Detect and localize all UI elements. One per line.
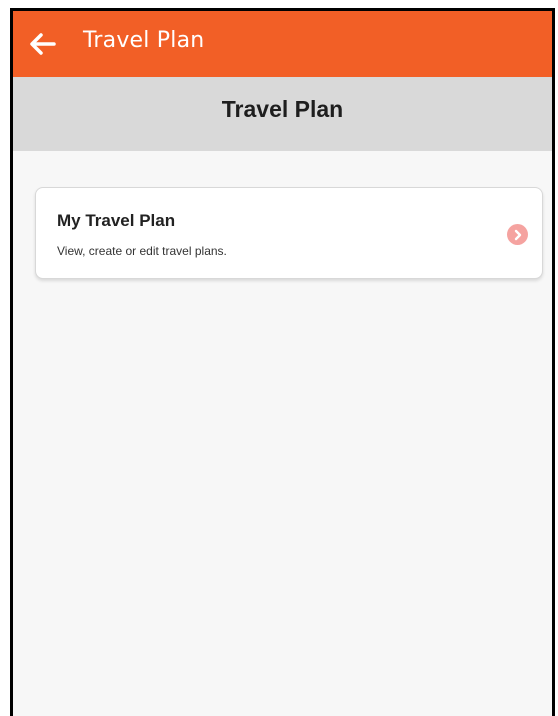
back-button[interactable] (29, 30, 57, 58)
my-travel-plan-card[interactable]: My Travel Plan View, create or edit trav… (35, 187, 543, 279)
chevron-right-circle-icon[interactable] (507, 224, 528, 245)
phone-screen: Travel Plan Travel Plan My Travel Plan V… (10, 8, 555, 716)
app-bar-title: Travel Plan (83, 28, 205, 53)
app-bar: Travel Plan (13, 11, 552, 77)
chevron-right-icon (514, 229, 521, 240)
page-header: Travel Plan (13, 77, 552, 151)
page-title: Travel Plan (221, 95, 344, 122)
card-title: My Travel Plan (57, 211, 176, 230)
arrow-left-icon (30, 33, 56, 55)
content-area: My Travel Plan View, create or edit trav… (13, 151, 552, 716)
card-subtitle: View, create or edit travel plans. (57, 244, 227, 258)
